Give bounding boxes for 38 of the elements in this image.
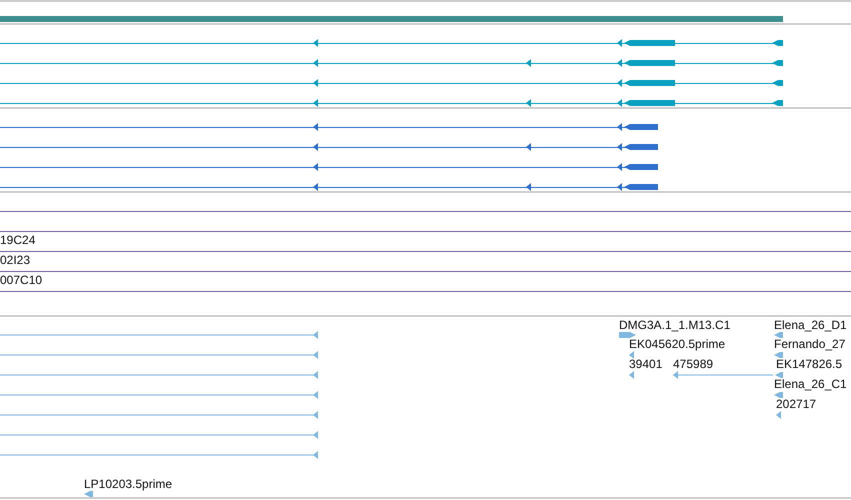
feature-glyph[interactable] <box>672 371 774 379</box>
est-alignment[interactable] <box>0 431 318 439</box>
feature-glyph[interactable] <box>774 332 783 338</box>
clone-label: 02I23 <box>0 253 30 267</box>
gene-model[interactable] <box>0 79 783 87</box>
est-alignment[interactable] <box>0 331 318 339</box>
feature-glyph[interactable] <box>629 371 634 379</box>
feature-glyph[interactable] <box>619 332 636 338</box>
feature-glyph[interactable] <box>775 372 783 378</box>
clone-label: 19C24 <box>0 233 36 247</box>
gene-model[interactable] <box>0 123 658 131</box>
est-alignment[interactable] <box>0 391 318 399</box>
feature-glyph[interactable] <box>84 491 93 497</box>
gene-model[interactable] <box>0 59 783 67</box>
feature-glyph[interactable] <box>774 352 783 358</box>
feature-glyph[interactable] <box>629 351 634 359</box>
gene-model[interactable] <box>0 183 658 191</box>
clone-label: 007C10 <box>0 273 42 287</box>
feature-label: DMG3A.1_1.M13.C1 <box>619 318 730 332</box>
feature-glyph[interactable] <box>776 411 781 419</box>
gene-model[interactable] <box>0 39 783 47</box>
est-alignment[interactable] <box>0 371 318 379</box>
feature-label: Elena_26_D1 <box>774 318 847 332</box>
feature-label: EK045620.5prime <box>629 337 726 351</box>
gene-model[interactable] <box>0 99 783 107</box>
est-alignment[interactable] <box>0 451 318 459</box>
feature-label: LP10203.5prime <box>84 477 172 491</box>
est-alignment[interactable] <box>0 411 318 419</box>
feature-label: 202717 <box>776 397 816 411</box>
gene-model[interactable] <box>0 143 658 151</box>
feature-label: EK147826.5 <box>776 357 842 371</box>
feature-label: 39401 <box>629 357 662 371</box>
est-alignment[interactable] <box>0 351 318 359</box>
feature-label: 475989 <box>673 357 714 371</box>
feature-label: Elena_26_C1 <box>774 377 847 391</box>
feature-label: Fernando_27 <box>774 337 846 351</box>
feature-glyph[interactable] <box>774 392 783 398</box>
gene-model[interactable] <box>0 163 658 171</box>
